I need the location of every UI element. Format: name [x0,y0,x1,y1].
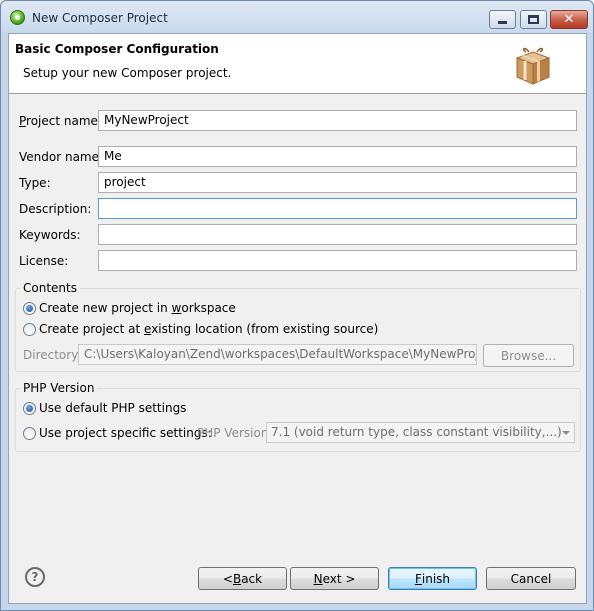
description-label: Description: [19,202,92,216]
project-name-label: Project name: [19,114,102,128]
create-in-workspace-radio[interactable] [23,302,36,315]
maximize-icon [528,15,539,24]
package-icon [515,47,551,85]
browse-button[interactable]: Browse... [483,344,574,367]
banner-subtitle: Setup your new Composer project. [23,66,232,80]
project-name-input[interactable]: MyNewProject [98,110,577,131]
license-input[interactable] [98,250,577,271]
directory-label: Directory: [23,348,82,362]
keywords-input[interactable] [98,224,577,245]
close-button[interactable]: ✕ [550,10,588,29]
contents-group-title: Contents [20,281,80,295]
window-title: New Composer Project [32,11,168,25]
php-version-value: 7.1 (void return type, class constant vi… [271,425,562,439]
dialog-window: New Composer Project ✕ Basic Composer Co… [0,0,594,611]
dialog-content: Basic Composer Configuration Setup your … [8,33,587,604]
type-input[interactable]: project [98,172,577,193]
php-version-select[interactable]: 7.1 (void return type, class constant vi… [266,422,575,443]
banner-title: Basic Composer Configuration [15,42,219,56]
type-label: Type: [19,176,51,190]
create-at-existing-radio[interactable] [23,323,36,336]
zend-app-icon [10,10,25,25]
finish-button[interactable]: Finish [388,567,477,590]
license-label: License: [19,254,69,268]
help-icon[interactable]: ? [25,567,45,587]
use-default-php-radio[interactable] [23,402,36,415]
close-icon: ✕ [563,12,575,27]
use-default-php-label[interactable]: Use default PHP settings [39,401,186,415]
vendor-name-label: Vendor name: [19,150,104,164]
use-specific-php-label[interactable]: Use project specific settings: [39,426,212,440]
cancel-button[interactable]: Cancel [486,567,576,590]
maximize-button[interactable] [520,10,547,29]
minimize-icon [498,21,507,24]
back-button[interactable]: < Back [198,567,287,590]
directory-input[interactable]: C:\Users\Kaloyan\Zend\workspaces\Default… [78,344,477,365]
create-in-workspace-label[interactable]: Create new project in workspace [39,301,236,315]
php-version-group-title: PHP Version [20,381,98,395]
php-version-label: PHP Version: [197,426,273,440]
keywords-label: Keywords: [19,228,81,242]
wizard-banner: Basic Composer Configuration Setup your … [9,34,586,94]
minimize-button[interactable] [489,10,516,29]
use-specific-php-radio[interactable] [23,427,36,440]
next-button[interactable]: Next > [290,567,379,590]
vendor-name-input[interactable]: Me [98,146,577,167]
chevron-down-icon [562,431,570,435]
description-input[interactable] [98,198,577,219]
title-bar[interactable]: New Composer Project ✕ [1,1,593,33]
create-at-existing-label[interactable]: Create project at existing location (fro… [39,322,378,336]
